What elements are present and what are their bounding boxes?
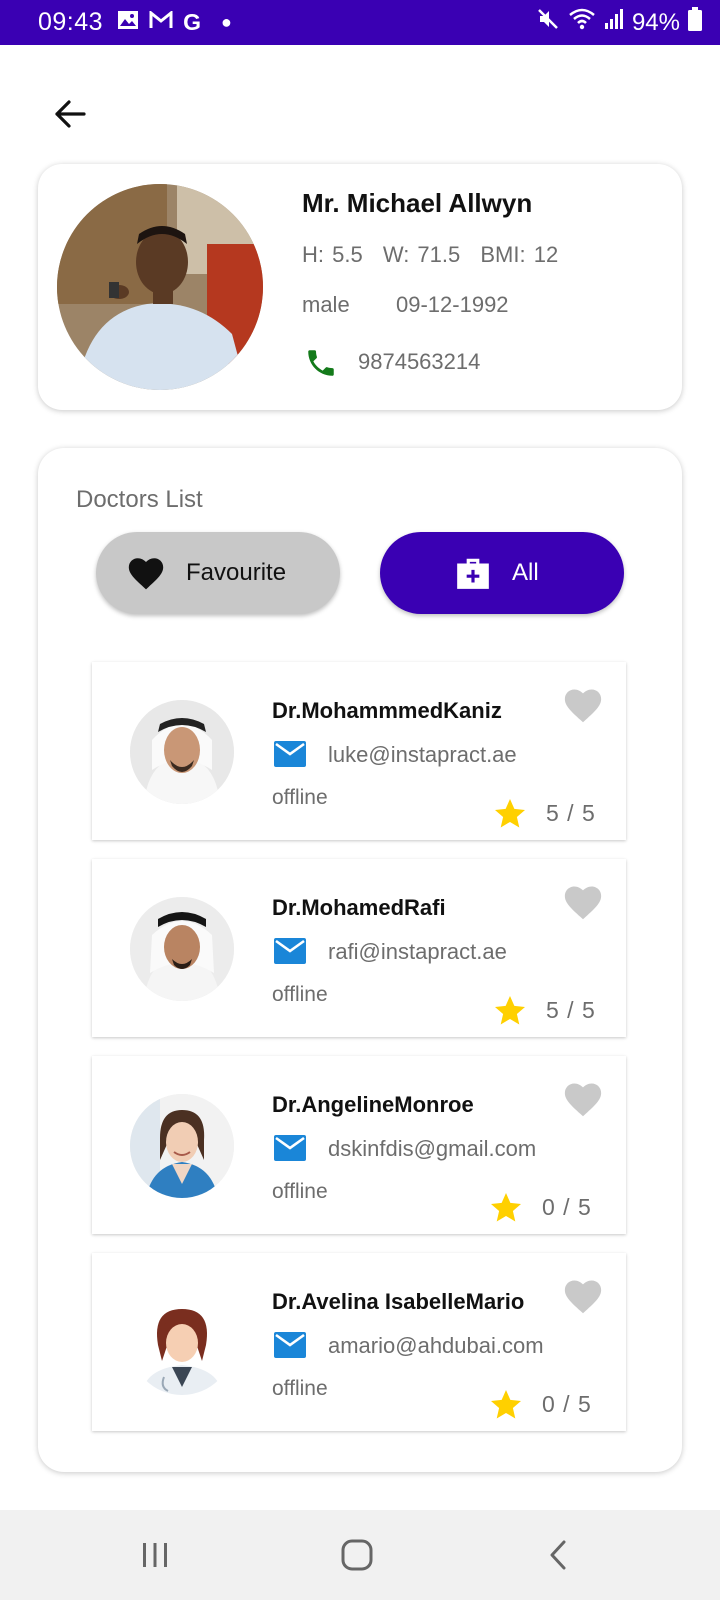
favourite-heart-icon[interactable] <box>562 686 604 726</box>
patient-avatar[interactable] <box>57 184 263 390</box>
doctor-rating: 5 / 5 <box>546 997 596 1023</box>
system-icons: 94% <box>536 7 702 38</box>
doctor-card[interactable]: Dr.Avelina IsabelleMario amario@ahdubai.… <box>92 1253 626 1431</box>
status-bar: 09:43 G ● 94% <box>0 0 720 45</box>
system-back-button[interactable] <box>534 1532 584 1578</box>
medical-kit-icon <box>457 558 489 589</box>
doctor-status: offline <box>272 1377 328 1400</box>
google-icon: G <box>183 9 201 35</box>
doctor-email: rafi@instapract.ae <box>328 939 507 964</box>
mail-icon <box>273 740 307 768</box>
battery-icon <box>688 7 702 38</box>
patient-dob: 09-12-1992 <box>396 292 509 317</box>
all-filter-button[interactable]: All <box>380 532 624 614</box>
chevron-left-icon <box>550 1540 566 1570</box>
favourite-heart-icon[interactable] <box>562 1277 604 1317</box>
wifi-icon <box>568 7 596 38</box>
mail-icon <box>273 937 307 965</box>
mail-icon <box>273 1331 307 1359</box>
doctor-card[interactable]: Dr.MohammmedKaniz luke@instapract.ae off… <box>92 662 626 840</box>
mail-icon <box>273 1134 307 1162</box>
doctor-card[interactable]: Dr.MohamedRafi rafi@instapract.ae offlin… <box>92 859 626 1037</box>
doctor-name: Dr.MohamedRafi <box>272 895 446 920</box>
doctor-status: offline <box>272 786 328 809</box>
gmail-icon <box>149 9 173 35</box>
heart-icon <box>128 558 164 590</box>
system-navigation-bar <box>0 1510 720 1600</box>
star-icon <box>488 1190 524 1226</box>
notification-icons: G ● <box>117 9 232 36</box>
doctor-email: dskinfdis@gmail.com <box>328 1136 537 1161</box>
all-filter-label: All <box>512 559 539 586</box>
doctor-rating: 0 / 5 <box>542 1391 592 1417</box>
doctors-panel: Doctors List Favourite All Dr.MohammmedK… <box>38 448 682 1472</box>
patient-profile-card: Mr. Michael Allwyn H: 5.5 W: 71.5 BMI: 1… <box>38 164 682 410</box>
patient-bmi: BMI: 12 <box>480 242 559 267</box>
doctor-name: Dr.MohammmedKaniz <box>272 698 502 723</box>
favourite-heart-icon[interactable] <box>562 1080 604 1120</box>
patient-height: H: 5.5 <box>302 242 363 267</box>
doctor-rating: 5 / 5 <box>546 800 596 826</box>
home-icon <box>341 1539 373 1571</box>
doctor-status: offline <box>272 1180 328 1203</box>
doctors-list: Dr.MohammmedKaniz luke@instapract.ae off… <box>92 662 626 1450</box>
star-icon <box>492 993 528 1029</box>
doctor-email: amario@ahdubai.com <box>328 1333 544 1358</box>
arrow-left-icon <box>55 100 86 128</box>
doctor-avatar <box>130 897 234 1001</box>
star-icon <box>488 1387 524 1423</box>
back-button[interactable] <box>48 92 92 136</box>
doctor-name: Dr.AngelineMonroe <box>272 1092 474 1117</box>
favourite-heart-icon[interactable] <box>562 883 604 923</box>
doctor-avatar <box>130 1291 234 1395</box>
doctor-avatar <box>130 1094 234 1198</box>
doctor-rating: 0 / 5 <box>542 1194 592 1220</box>
patient-gender: male <box>302 292 350 317</box>
phone-icon[interactable] <box>304 346 338 380</box>
patient-phone[interactable]: 9874563214 <box>358 349 480 375</box>
dot-icon: ● <box>220 12 232 32</box>
doctor-avatar <box>130 700 234 804</box>
image-icon <box>117 10 139 36</box>
favourite-filter-button[interactable]: Favourite <box>96 532 340 614</box>
favourite-filter-label: Favourite <box>186 559 287 586</box>
patient-metrics: H: 5.5 W: 71.5 BMI: 12 <box>302 242 570 268</box>
battery-text: 94% <box>631 8 680 36</box>
doctor-card[interactable]: Dr.AngelineMonroe dskinfdis@gmail.com of… <box>92 1056 626 1234</box>
recent-apps-icon <box>143 1543 167 1567</box>
doctor-status: offline <box>272 983 328 1006</box>
doctor-name: Dr.Avelina IsabelleMario <box>272 1289 525 1314</box>
status-time: 09:43 <box>38 8 104 36</box>
doctor-email: luke@instapract.ae <box>328 742 517 767</box>
home-button[interactable] <box>332 1532 382 1578</box>
doctors-list-title: Doctors List <box>76 486 203 513</box>
patient-name: Mr. Michael Allwyn <box>302 188 533 218</box>
mute-icon <box>536 7 560 38</box>
patient-weight: W: 71.5 <box>382 242 461 267</box>
signal-icon <box>604 8 624 37</box>
star-icon <box>492 796 528 832</box>
recent-apps-button[interactable] <box>130 1532 180 1578</box>
